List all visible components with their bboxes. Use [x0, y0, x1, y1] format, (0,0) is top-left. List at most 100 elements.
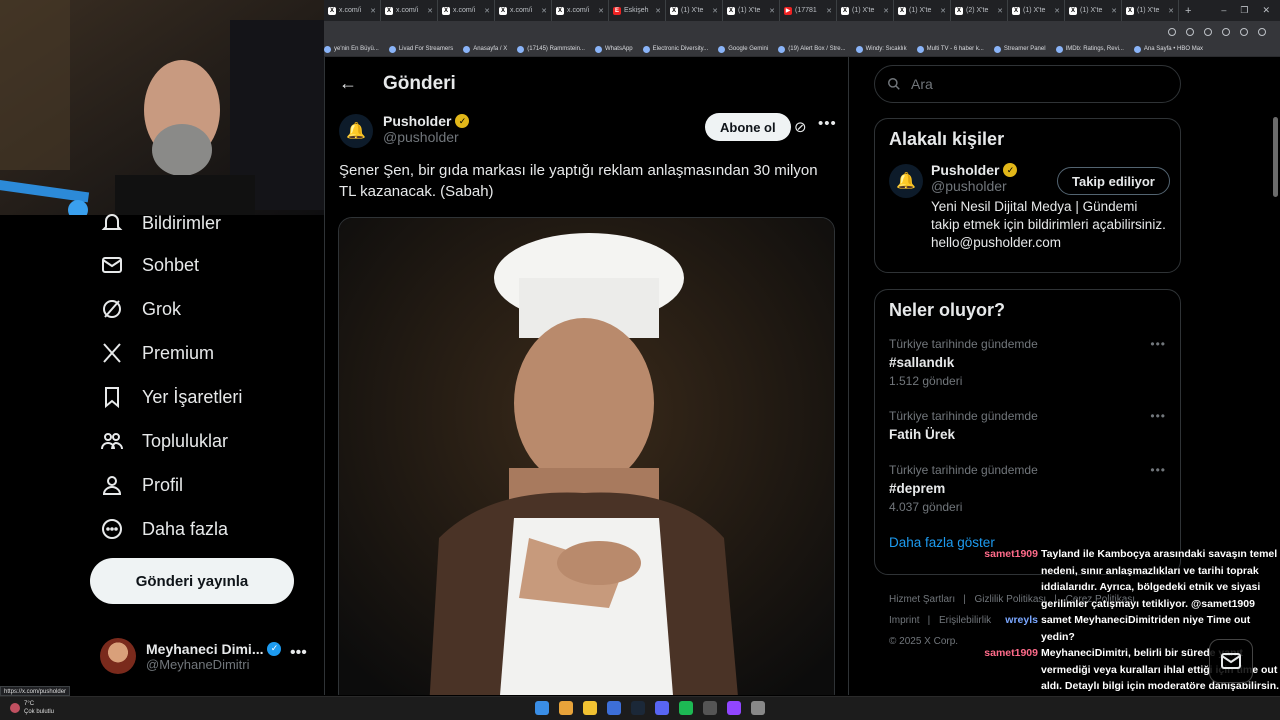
- avatar[interactable]: 🔔: [889, 164, 923, 198]
- browser-tab[interactable]: X (1) X'te ✕: [723, 0, 780, 21]
- more-dots-icon[interactable]: •••: [1150, 337, 1166, 351]
- nav-item-chat[interactable]: Sohbet: [100, 253, 199, 277]
- browser-tab[interactable]: Xx.com/i ✕: [438, 0, 495, 21]
- folder-icon[interactable]: [583, 701, 597, 715]
- trend-item[interactable]: Türkiye tarihinde gündemde Fatih Ürek ••…: [875, 409, 1180, 463]
- star-icon[interactable]: [1204, 27, 1212, 36]
- twitch-icon[interactable]: [727, 701, 741, 715]
- chrome-icon[interactable]: [559, 701, 573, 715]
- bookmark-item[interactable]: Multi TV - 6 haber k...: [916, 45, 984, 53]
- bookmark-item[interactable]: WhatsApp: [594, 45, 633, 53]
- bookmark-item[interactable]: Livad For Streamers: [388, 45, 453, 53]
- close-tab-icon[interactable]: ✕: [427, 7, 433, 15]
- app-icon[interactable]: [607, 701, 621, 715]
- close-tab-icon[interactable]: ✕: [769, 7, 775, 15]
- browser-tab[interactable]: X (1) X'te ✕: [1008, 0, 1065, 21]
- post-button[interactable]: Gönderi yayınla: [90, 558, 294, 604]
- bookmark-item[interactable]: IMDb: Ratings, Revi...: [1055, 45, 1124, 53]
- more-dots-icon[interactable]: •••: [290, 644, 307, 662]
- nav-item-profile[interactable]: Profil: [100, 473, 183, 497]
- new-tab-icon[interactable]: +: [1179, 5, 1197, 17]
- trend-title: #deprem: [889, 481, 946, 496]
- close-window-icon[interactable]: ✕: [1262, 5, 1270, 16]
- search-input[interactable]: Ara: [874, 65, 1181, 103]
- close-tab-icon[interactable]: ✕: [883, 7, 889, 15]
- nav-item-notifications[interactable]: Bildirimler: [100, 211, 221, 235]
- following-button[interactable]: Takip ediliyor: [1057, 167, 1170, 195]
- close-tab-icon[interactable]: ✕: [655, 7, 661, 15]
- browser-tab[interactable]: E Eskişeh ✕: [609, 0, 666, 21]
- browser-tab[interactable]: Xx.com/i ✕: [324, 0, 381, 21]
- bookmark-item[interactable]: Electronic Diversity...: [642, 45, 708, 53]
- start-icon[interactable]: [535, 701, 549, 715]
- grok-icon[interactable]: ⊘: [794, 118, 807, 136]
- browser-tab[interactable]: ▶ (17781 ✕: [780, 0, 837, 21]
- messages-icon[interactable]: [1209, 639, 1253, 683]
- browser-tab[interactable]: X (2) X'te ✕: [951, 0, 1008, 21]
- close-tab-icon[interactable]: ✕: [1168, 7, 1174, 15]
- browser-tab[interactable]: Xx.com/i ✕: [495, 0, 552, 21]
- account-switcher[interactable]: Meyhaneci Dimi... ✓ @MeyhaneDimitri •••: [100, 638, 307, 674]
- bookmark-item[interactable]: Google Gemini: [718, 45, 768, 53]
- bookmark-item[interactable]: ye'nin En Büyü...: [324, 45, 379, 53]
- close-tab-icon[interactable]: ✕: [997, 7, 1003, 15]
- cast-icon[interactable]: [1186, 27, 1194, 36]
- author-avatar[interactable]: 🔔: [339, 114, 373, 148]
- discord-icon[interactable]: [655, 701, 669, 715]
- close-tab-icon[interactable]: ✕: [940, 7, 946, 15]
- browser-tab[interactable]: Xx.com/i ✕: [381, 0, 438, 21]
- bookmark-item[interactable]: (17145) Rammstein...: [517, 45, 585, 53]
- weather-widget[interactable]: 7°C Çok bulutlu: [10, 700, 54, 716]
- close-tab-icon[interactable]: ✕: [598, 7, 604, 15]
- app-icon[interactable]: [703, 701, 717, 715]
- browser-tab[interactable]: X (1) X'te ✕: [894, 0, 951, 21]
- close-tab-icon[interactable]: ✕: [826, 7, 832, 15]
- tab-label: (1) X'te: [681, 7, 704, 14]
- profile-icon[interactable]: [1240, 27, 1248, 36]
- close-tab-icon[interactable]: ✕: [541, 7, 547, 15]
- post-author[interactable]: Pusholder: [383, 113, 451, 129]
- close-tab-icon[interactable]: ✕: [1111, 7, 1117, 15]
- trend-item[interactable]: Türkiye tarihinde gündemde #deprem 4.037…: [875, 463, 1180, 535]
- nav-item-communities[interactable]: Topluluklar: [100, 429, 228, 453]
- bookmark-item[interactable]: (19) Alert Box / Stre...: [778, 45, 846, 53]
- close-tab-icon[interactable]: ✕: [370, 7, 376, 15]
- bookmark-item[interactable]: Streamer Panel: [993, 45, 1046, 53]
- close-tab-icon[interactable]: ✕: [712, 7, 718, 15]
- menu-icon[interactable]: [1258, 27, 1266, 36]
- trend-item[interactable]: Türkiye tarihinde gündemde #sallandık 1.…: [875, 337, 1180, 409]
- footer-link-terms[interactable]: Hizmet Şartları: [889, 594, 955, 605]
- footer-link-imprint[interactable]: Imprint: [889, 615, 920, 626]
- minimize-icon[interactable]: –: [1221, 5, 1226, 16]
- extensions-icon[interactable]: [1222, 27, 1230, 36]
- bookmark-item[interactable]: Anasayfa / X: [463, 45, 507, 53]
- bookmark-item[interactable]: Windy: Sıcaklık: [855, 45, 907, 53]
- zoom-icon[interactable]: [1168, 27, 1176, 36]
- related-name[interactable]: Pusholder: [931, 162, 999, 178]
- nav-item-more[interactable]: Daha fazla: [100, 517, 228, 541]
- subscribe-button[interactable]: Abone ol: [705, 113, 791, 141]
- steam-icon[interactable]: [631, 701, 645, 715]
- related-person[interactable]: 🔔 Pusholder ✓ @pusholder Yeni Nesil Dijit…: [875, 150, 1180, 260]
- nav-item-grok[interactable]: Grok: [100, 297, 181, 321]
- browser-tab[interactable]: Xx.com/i ✕: [552, 0, 609, 21]
- more-dots-icon[interactable]: •••: [1150, 463, 1166, 477]
- browser-tab[interactable]: X (1) X'te ✕: [837, 0, 894, 21]
- browser-tab[interactable]: X (1) X'te ✕: [1065, 0, 1122, 21]
- settings-icon[interactable]: [751, 701, 765, 715]
- nav-item-premium[interactable]: Premium: [100, 341, 214, 365]
- browser-tab[interactable]: X (1) X'te ✕: [1122, 0, 1179, 21]
- browser-tab[interactable]: X (1) X'te ✕: [666, 0, 723, 21]
- spotify-icon[interactable]: [679, 701, 693, 715]
- restore-icon[interactable]: ❐: [1240, 5, 1248, 16]
- nav-item-bookmarks[interactable]: Yer İşaretleri: [100, 385, 242, 409]
- scrollbar[interactable]: [1273, 117, 1278, 197]
- post-image[interactable]: [338, 217, 835, 695]
- back-arrow-icon[interactable]: ←: [339, 73, 357, 94]
- more-dots-icon[interactable]: •••: [1150, 409, 1166, 423]
- close-tab-icon[interactable]: ✕: [1054, 7, 1060, 15]
- more-dots-icon[interactable]: •••: [818, 115, 837, 132]
- bookmark-item[interactable]: Ana Sayfa • HBO Max: [1133, 45, 1203, 53]
- post-handle[interactable]: @pusholder: [383, 129, 469, 145]
- close-tab-icon[interactable]: ✕: [484, 7, 490, 15]
